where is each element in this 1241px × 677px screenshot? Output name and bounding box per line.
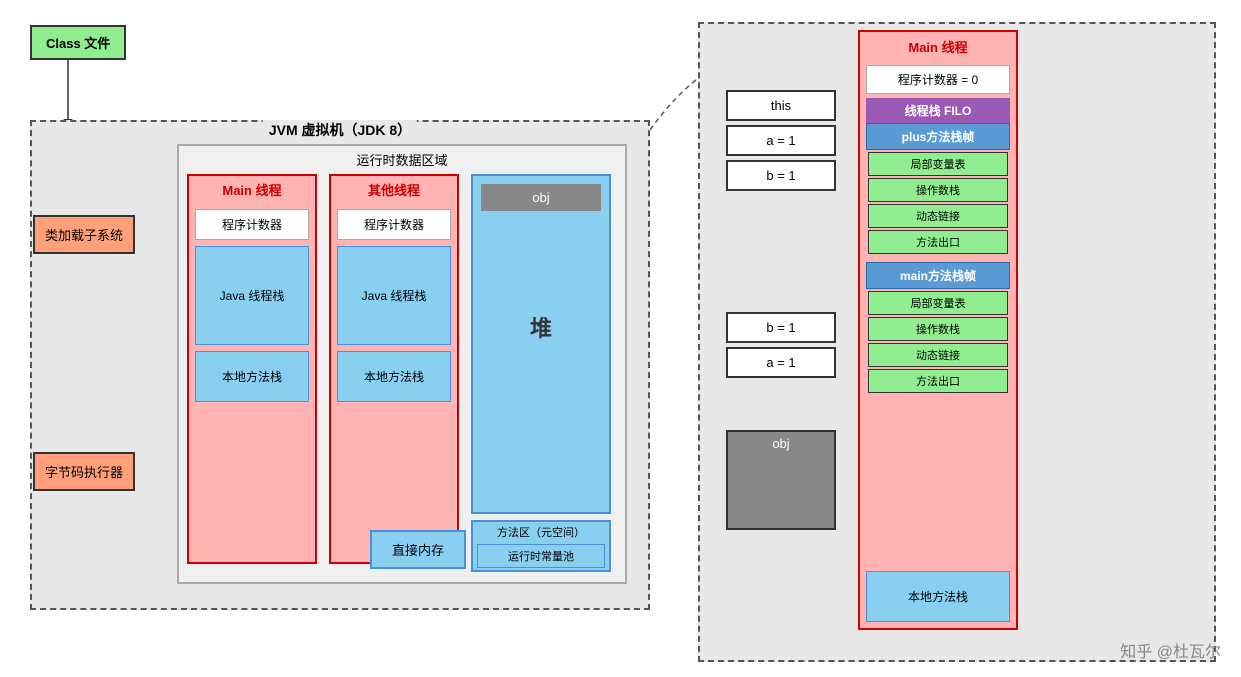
runtime-title: 运行时数据区域 — [179, 146, 625, 173]
method-area-label: 方法区（元空间） — [473, 522, 609, 542]
other-program-counter: 程序计数器 — [337, 209, 451, 240]
direct-memory: 直接内存 — [370, 530, 466, 569]
jvm-outer-box: JVM 虚拟机（JDK 8） 运行时数据区域 Main 线程 程序计数器 Jav… — [30, 120, 650, 610]
watermark: 知乎 @杜瓦尔 — [1120, 638, 1221, 662]
plus-dynamic-link: 动态链接 — [868, 204, 1008, 228]
heap-obj: obj — [481, 184, 601, 211]
class-subsystem: 类加载子系统 — [33, 215, 135, 254]
lv-b1-2: b = 1 — [726, 312, 836, 343]
class-file-box: Class 文件 — [30, 25, 126, 60]
main-operand-stack: 操作数栈 — [868, 317, 1008, 341]
main-local-var: 局部变量表 — [868, 291, 1008, 315]
other-thread-block: 其他线程 程序计数器 Java 线程栈 本地方法栈 — [329, 174, 459, 564]
main-thread-block: Main 线程 程序计数器 Java 线程栈 本地方法栈 — [187, 174, 317, 564]
other-native-stack: 本地方法栈 — [337, 351, 451, 402]
main-native-stack: 本地方法栈 — [195, 351, 309, 402]
other-thread-title: 其他线程 — [331, 176, 457, 203]
lv-group-2: b = 1 a = 1 — [726, 312, 836, 382]
main-program-counter: 程序计数器 — [195, 209, 309, 240]
other-java-stack: Java 线程栈 — [337, 246, 451, 345]
lv-a1: a = 1 — [726, 125, 836, 156]
heap-label: 堆 — [473, 311, 609, 343]
lv-a1-2: a = 1 — [726, 347, 836, 378]
heap-block: obj 堆 — [471, 174, 611, 514]
runtime-pool-box: 运行时常量池 — [477, 544, 605, 568]
runtime-area: 运行时数据区域 Main 线程 程序计数器 Java 线程栈 本地方法栈 其他线… — [177, 144, 627, 584]
main-java-stack: Java 线程栈 — [195, 246, 309, 345]
plus-local-var: 局部变量表 — [868, 152, 1008, 176]
bytecode-executor: 字节码执行器 — [33, 452, 135, 491]
lv-obj-label: obj — [728, 432, 834, 455]
filo-section: 线程栈 FILO — [866, 98, 1010, 123]
plus-operand-stack: 操作数栈 — [868, 178, 1008, 202]
lv-b1: b = 1 — [726, 160, 836, 191]
plus-method-exit: 方法出口 — [868, 230, 1008, 254]
lv-this: this — [726, 90, 836, 121]
main-dynamic-link: 动态链接 — [868, 343, 1008, 367]
lv-group-1: this a = 1 b = 1 — [726, 90, 836, 195]
plus-frame-label: plus方法栈帧 — [866, 123, 1010, 150]
method-area-block: 方法区（元空间） 运行时常量池 — [471, 520, 611, 572]
main-thread-right-title: Main 线程 — [860, 32, 1016, 61]
main-thread-right: Main 线程 程序计数器 = 0 线程栈 FILO plus方法栈帧 局部变量… — [858, 30, 1018, 630]
main-thread-title: Main 线程 — [189, 176, 315, 203]
program-counter-right: 程序计数器 = 0 — [866, 65, 1010, 94]
main-method-exit: 方法出口 — [868, 369, 1008, 393]
main-frame-label: main方法栈帧 — [866, 262, 1010, 289]
native-stack-right: 本地方法栈 — [866, 571, 1010, 622]
lv-obj-box: obj — [726, 430, 836, 530]
jvm-title: JVM 虚拟机（JDK 8） — [263, 120, 417, 140]
